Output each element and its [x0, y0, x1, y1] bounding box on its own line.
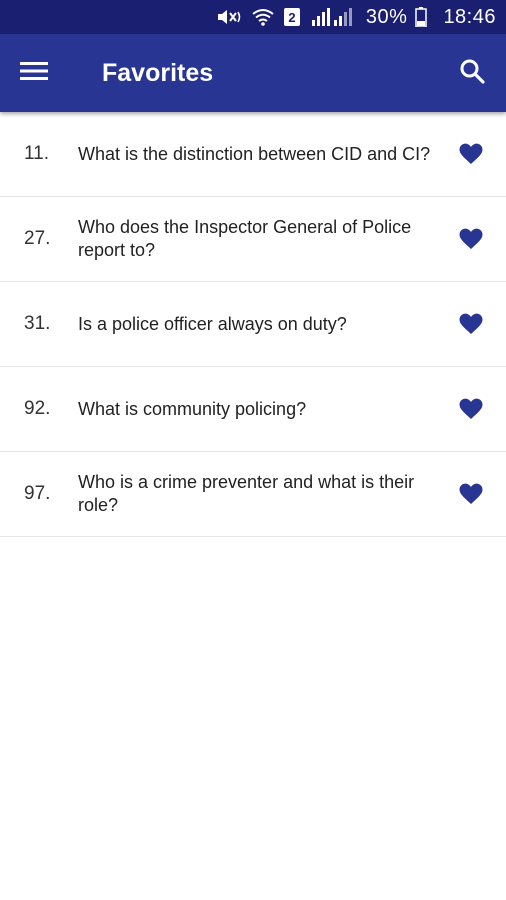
question-number: 97.: [24, 483, 51, 504]
question-text: What is the distinction between CID and …: [78, 143, 431, 164]
question-number: 11.: [24, 143, 50, 164]
question-text: Who is a crime preventer and what is the…: [78, 472, 415, 515]
heart-icon: [459, 143, 483, 164]
favorite-button[interactable]: [458, 481, 484, 507]
list-item[interactable]: 97. Who is a crime preventer and what is…: [0, 452, 506, 537]
list-item[interactable]: 11. What is the distinction between CID …: [0, 112, 506, 197]
page-title: Favorites: [102, 59, 214, 87]
list-item[interactable]: 27. Who does the Inspector General of Po…: [0, 197, 506, 282]
heart-icon: [459, 398, 483, 419]
menu-button[interactable]: [14, 53, 54, 93]
heart-icon: [459, 313, 483, 334]
question-text: Is a police officer always on duty?: [78, 313, 347, 334]
search-button[interactable]: [452, 53, 492, 93]
favorite-button[interactable]: [458, 226, 484, 252]
clock: 18:46: [443, 5, 496, 28]
question-number: 92.: [24, 398, 51, 419]
status-bar: 2 30% 18:46: [0, 0, 506, 34]
battery-percent: 30%: [365, 5, 408, 28]
sim-2-badge: 2: [283, 8, 300, 26]
list-item[interactable]: 31. Is a police officer always on duty?: [0, 282, 506, 367]
heart-icon: [459, 483, 483, 504]
question-text: Who does the Inspector General of Police…: [78, 217, 412, 260]
app-bar: Favorites: [0, 34, 506, 112]
question-number: 31.: [24, 313, 51, 334]
question-text: What is community policing?: [78, 398, 307, 419]
heart-icon: [459, 228, 483, 249]
favorite-button[interactable]: [458, 141, 484, 167]
menu-icon: [20, 60, 48, 87]
list-item[interactable]: 92. What is community policing?: [0, 367, 506, 452]
favorite-button[interactable]: [458, 396, 484, 422]
signal-icon: [310, 8, 356, 26]
favorite-button[interactable]: [458, 311, 484, 337]
mute-icon: [216, 8, 242, 26]
wifi-icon: [252, 8, 274, 26]
battery-icon: [415, 7, 428, 27]
favorites-list: 11. What is the distinction between CID …: [0, 112, 506, 537]
svg-text:2: 2: [288, 10, 295, 25]
search-icon: [459, 58, 485, 89]
question-number: 27.: [24, 228, 51, 249]
